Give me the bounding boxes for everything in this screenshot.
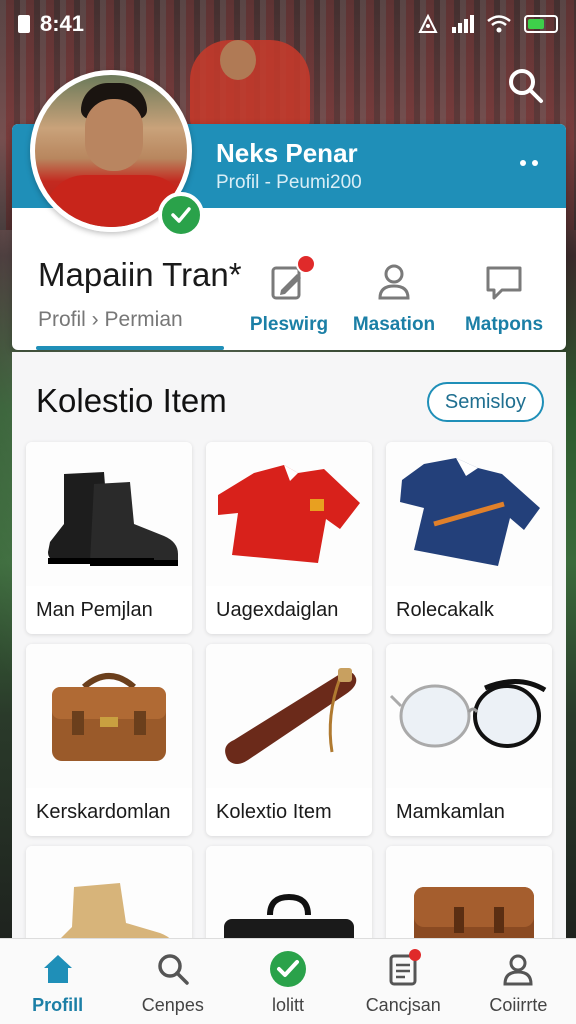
battery-icon <box>524 15 558 33</box>
collection-card[interactable]: Kerskardomlan <box>26 644 192 836</box>
glasses-image <box>386 644 552 788</box>
status-time: 8:41 <box>40 11 85 36</box>
collection-grid: Man Pemjlan Uagexdaiglan Rolecakalk Kers… <box>26 442 556 966</box>
nav-item-search[interactable]: Cenpes <box>115 939 230 1024</box>
person-icon <box>503 954 533 986</box>
wooden-bat-image <box>206 644 372 788</box>
card-caption: Rolecakalk <box>396 599 494 621</box>
sim-icon <box>18 15 30 33</box>
collection-card[interactable]: Man Pemjlan <box>26 442 192 634</box>
brown-leather-bag-image <box>26 644 192 788</box>
collection-card[interactable]: Kolextio Item <box>206 644 372 836</box>
nav-label: Profill <box>32 995 84 1015</box>
action-label: Pleswirg <box>249 314 329 335</box>
status-bar: 8:41 <box>0 0 576 48</box>
collection-card[interactable]: Rolecakalk <box>386 442 552 634</box>
collection-card[interactable]: Mamkamlan <box>386 644 552 836</box>
nav-item-clipboard[interactable]: Cancjsan <box>346 939 461 1024</box>
profile-name: Mapaiin Tran* <box>38 256 242 293</box>
black-boots-image <box>26 442 192 586</box>
more-options-button[interactable] <box>520 160 538 166</box>
action-button-0[interactable]: Pleswirg <box>234 254 344 336</box>
red-jersey-image <box>206 442 372 586</box>
nav-label: Cancjsan <box>365 995 441 1015</box>
header-name: Neks Penar <box>216 138 358 168</box>
check-circle-icon <box>270 951 306 987</box>
nav-label: lolitt <box>272 995 305 1015</box>
search-icon <box>509 69 543 103</box>
blue-jersey-image <box>386 442 552 586</box>
action-button-1[interactable]: Masation <box>339 260 449 336</box>
card-caption: Kerskardomlan <box>36 801 171 823</box>
signal-icon <box>452 15 474 33</box>
action-label: Masation <box>352 314 436 335</box>
avatar-face <box>85 99 143 171</box>
card-caption: Mamkamlan <box>396 801 505 823</box>
tab-indicator <box>36 346 224 350</box>
collection-card[interactable]: Uagexdaiglan <box>206 442 372 634</box>
nav-item-profile[interactable]: Profill <box>0 939 115 1024</box>
action-label: Matpons <box>464 314 544 335</box>
nav-item-person[interactable]: Coiirrte <box>461 939 576 1024</box>
notification-badge <box>296 254 316 274</box>
collection-title: Kolestio Item <box>36 382 227 419</box>
action-button-2[interactable]: Matpons <box>449 260 559 336</box>
nav-label: Coiirrte <box>489 995 548 1015</box>
person-icon <box>378 264 410 300</box>
search-icon <box>158 954 189 985</box>
card-caption: Uagexdaiglan <box>216 599 339 621</box>
chat-bubble-icon <box>486 266 522 300</box>
header-subtitle: Profil - Peumi200 <box>216 172 362 193</box>
card-caption: Kolextio Item <box>216 801 332 823</box>
bottom-navigation: Profill Cenpes lolitt Cancjsan Coiirrte <box>0 938 576 1024</box>
breadcrumb: Profil › Permian <box>38 308 183 331</box>
verified-check-icon <box>158 192 204 238</box>
collection-panel: Kolestio Item Semisloy Man Pemjlan Uagex… <box>12 352 566 966</box>
nav-label: Cenpes <box>141 995 204 1015</box>
alarm-icon <box>418 13 438 33</box>
nav-item-check[interactable]: lolitt <box>230 939 345 1024</box>
wifi-icon <box>487 15 511 33</box>
card-caption: Man Pemjlan <box>36 599 153 621</box>
collection-filter-button[interactable]: Semisloy <box>426 382 544 422</box>
search-button[interactable] <box>506 66 546 106</box>
home-icon <box>43 955 72 983</box>
